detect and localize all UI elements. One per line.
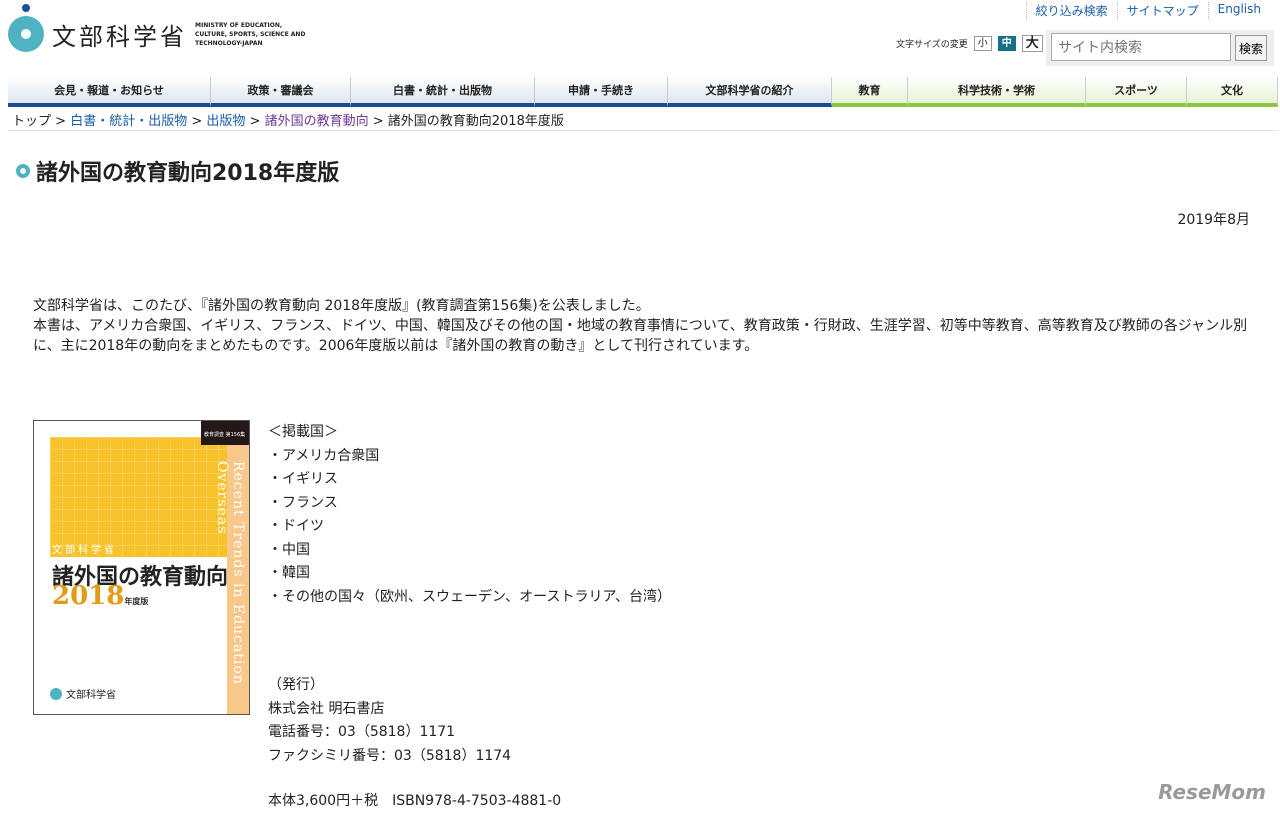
- sitemap-link[interactable]: サイトマップ: [1116, 2, 1208, 19]
- book-cover-image: 教育調査 第156集 Recent Trends in Education Ov…: [33, 420, 250, 715]
- nav-item[interactable]: 文部科学省の紹介: [668, 77, 832, 107]
- intro-paragraph: 文部科学省は、このたび、『諸外国の教育動向 2018年度版』(教育調査第156集…: [33, 298, 650, 314]
- font-size-large[interactable]: 大: [1021, 35, 1043, 52]
- font-size-control: 文字サイズの変更 小 中 大: [896, 35, 1043, 52]
- breadcrumb: トップ > 白書・統計・出版物 > 出版物 > 諸外国の教育動向 > 諸外国の教…: [12, 114, 564, 129]
- publisher-heading: （発行）: [268, 677, 324, 693]
- list-item: ・その他の国々（欧州、スウェーデン、オーストラリア、台湾）: [268, 588, 672, 605]
- breadcrumb-current: 諸外国の教育動向2018年度版: [387, 114, 564, 129]
- cover-year-suffix: 年度版: [124, 596, 149, 606]
- nav-item[interactable]: 会見・報道・お知らせ: [8, 77, 211, 107]
- global-nav: 会見・報道・お知らせ 政策・審議会 白書・統計・出版物 申請・手続き 文部科学省…: [8, 77, 1278, 107]
- breadcrumb-link[interactable]: 白書・統計・出版物: [70, 114, 187, 129]
- list-item: ・フランス: [268, 494, 338, 511]
- divider: [8, 130, 1278, 131]
- english-link[interactable]: English: [1207, 2, 1270, 19]
- nav-item[interactable]: 申請・手続き: [535, 77, 668, 107]
- logo-text: 文部科学省: [52, 22, 187, 51]
- countries-list: ＜掲載国＞ ・アメリカ合衆国 ・イギリス ・フランス ・ドイツ ・中国 ・韓国 …: [268, 421, 671, 609]
- list-item: ・韓国: [268, 565, 310, 581]
- nav-item[interactable]: 文化: [1187, 77, 1278, 107]
- cover-year: 2018年度版: [52, 581, 148, 611]
- search-button[interactable]: 検索: [1235, 35, 1267, 61]
- countries-heading: ＜掲載国＞: [268, 424, 338, 440]
- cover-logo-text: 文部科学省: [66, 690, 116, 701]
- title-bullet-icon: [16, 164, 30, 178]
- cover-series-tag: 教育調査 第156集: [201, 421, 249, 445]
- utility-links: 絞り込み検索 サイトマップ English: [1025, 2, 1270, 19]
- nav-item[interactable]: 科学技術・学術: [908, 77, 1086, 107]
- logo-emblem-icon: [8, 4, 44, 52]
- list-item: ・中国: [268, 541, 310, 558]
- publisher-name: 株式会社 明石書店: [268, 700, 385, 717]
- breadcrumb-link[interactable]: 出版物: [206, 114, 245, 129]
- search-input[interactable]: [1051, 33, 1231, 61]
- breadcrumb-top[interactable]: トップ: [12, 114, 51, 129]
- price-isbn: 本体3,600円＋税 ISBN978-4-7503-4881-0: [268, 793, 562, 809]
- intro-paragraph: 本書は、アメリカ合衆国、イギリス、フランス、ドイツ、中国、韓国及びその他の国・地…: [33, 318, 1248, 354]
- cover-subtitle: 文部科学省: [52, 545, 117, 556]
- logo-english-text: MINISTRY OF EDUCATION, CULTURE, SPORTS, …: [195, 21, 306, 47]
- page-title: 諸外国の教育動向2018年度版: [16, 155, 339, 187]
- world-map-graphic: [50, 437, 228, 557]
- list-item: ・イギリス: [268, 471, 338, 487]
- nav-item[interactable]: スポーツ: [1086, 77, 1187, 107]
- nav-item[interactable]: 政策・審議会: [211, 77, 351, 107]
- cover-publisher-logo: 文部科学省: [50, 686, 116, 701]
- list-item: ・ドイツ: [268, 518, 324, 534]
- publisher-phone: 電話番号：03（5818）1171: [268, 724, 456, 740]
- font-size-small[interactable]: 小: [973, 36, 992, 51]
- ministry-logo[interactable]: 文部科学省 MINISTRY OF EDUCATION, CULTURE, SP…: [8, 4, 315, 52]
- list-item: ・アメリカ合衆国: [268, 447, 380, 464]
- nav-item[interactable]: 白書・統計・出版物: [351, 77, 535, 107]
- font-size-label: 文字サイズの変更: [896, 40, 968, 50]
- font-size-medium[interactable]: 中: [997, 36, 1016, 51]
- cover-year-number: 2018: [52, 581, 125, 611]
- resemom-watermark: ReseMom: [1158, 780, 1266, 804]
- ministry-emblem-icon: [50, 687, 62, 700]
- breadcrumb-link[interactable]: 諸外国の教育動向: [265, 114, 369, 129]
- filter-search-link[interactable]: 絞り込み検索: [1025, 2, 1117, 19]
- nav-item[interactable]: 教育: [832, 77, 908, 107]
- publish-date: 2019年8月: [1177, 212, 1250, 228]
- publisher-fax: ファクシミリ番号：03（5818）1174: [268, 747, 512, 764]
- page-title-text: 諸外国の教育動向2018年度版: [36, 161, 340, 186]
- intro-text: 文部科学省は、このたび、『諸外国の教育動向 2018年度版』(教育調査第156集…: [33, 296, 1253, 356]
- publisher-info: （発行） 株式会社 明石書店 電話番号：03（5818）1171 ファクシミリ番…: [268, 674, 511, 768]
- site-search: 検索: [1046, 30, 1274, 66]
